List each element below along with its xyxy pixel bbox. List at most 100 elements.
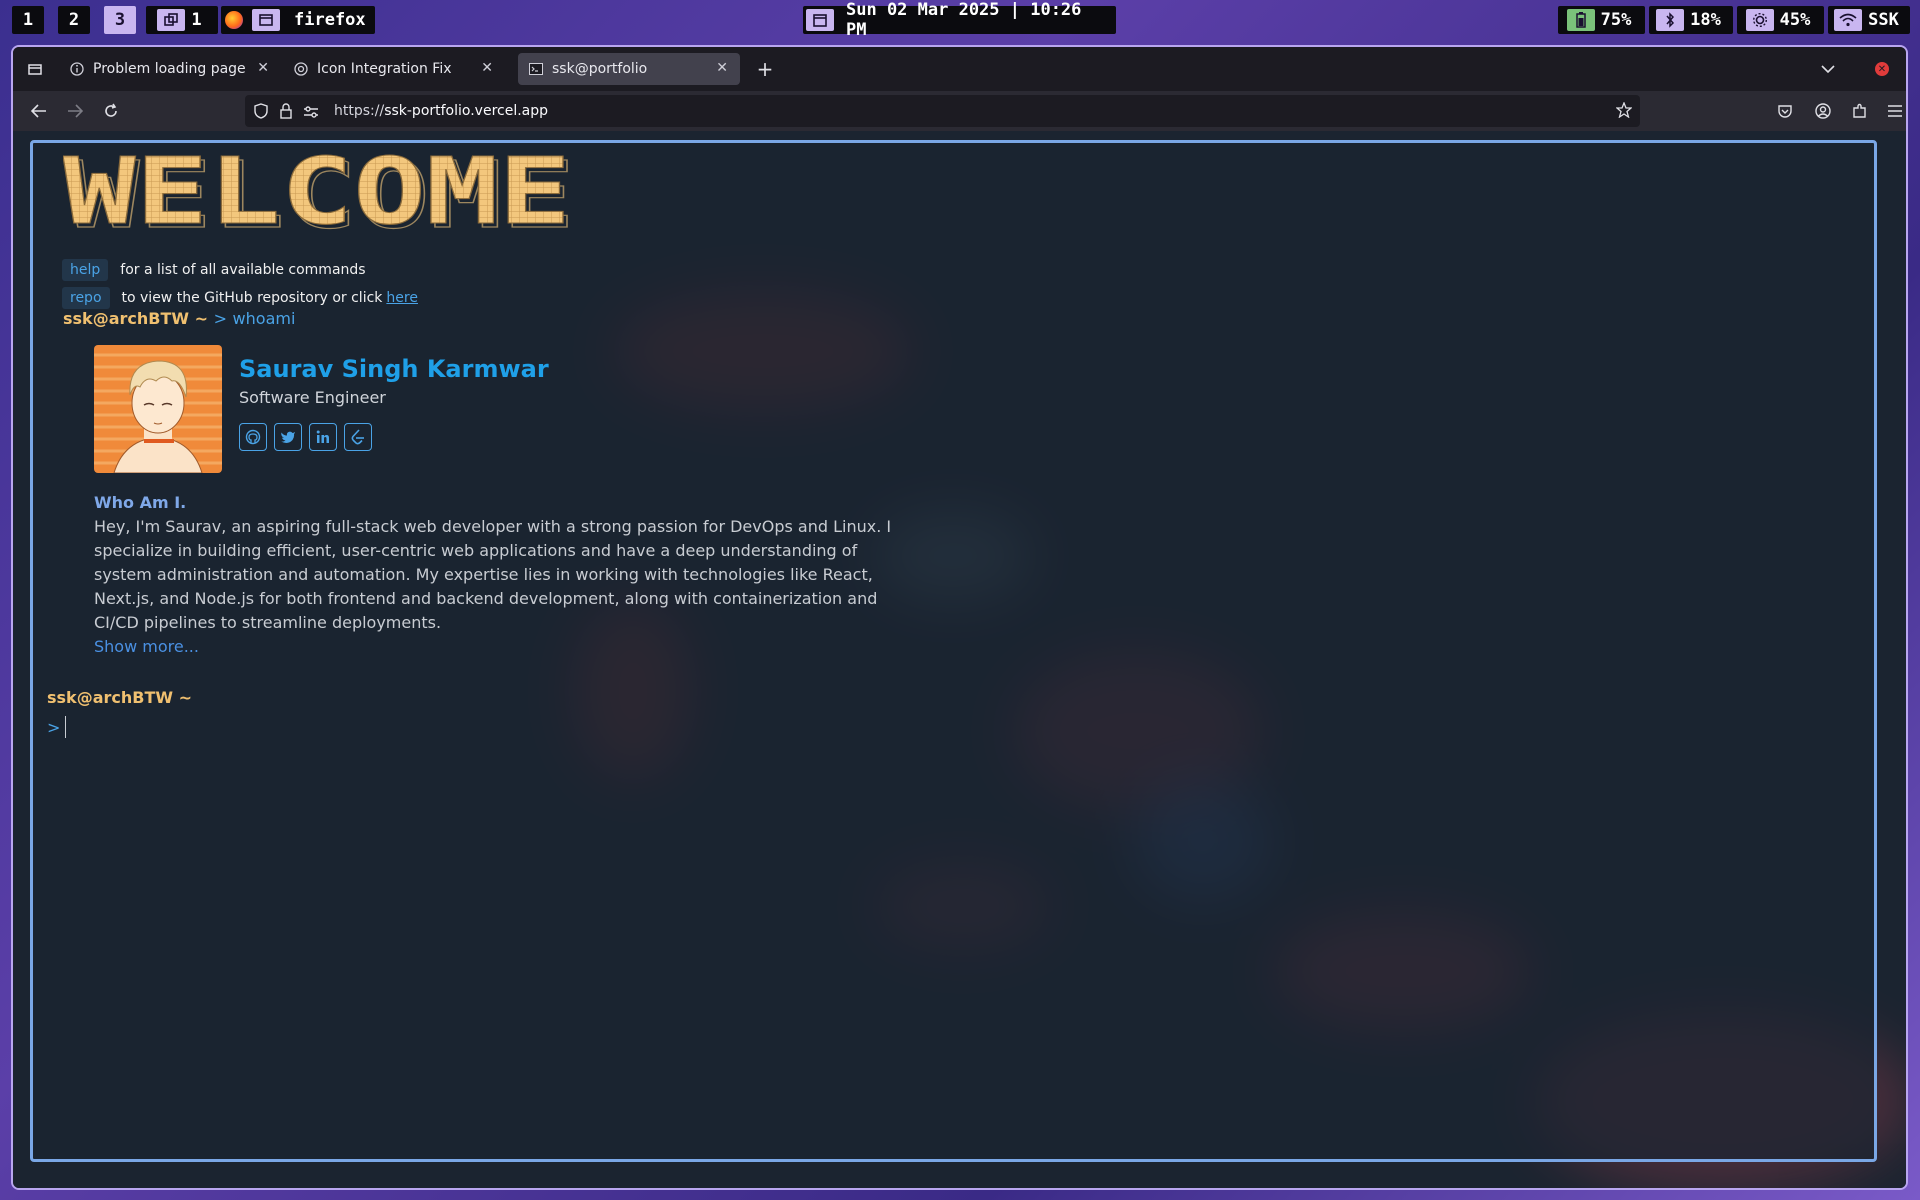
windows-icon [157, 9, 186, 31]
datetime-text: Sun 02 Mar 2025 | 10:26 PM [846, 0, 1082, 40]
battery-icon [1566, 9, 1595, 31]
page-viewport: WELCOME WELCOME help for a list of all a… [13, 131, 1906, 1188]
help-hint: help for a list of all available command… [62, 259, 366, 281]
battery-value: 75% [1600, 10, 1632, 30]
brightness-value: 45% [1779, 10, 1811, 30]
prompt-symbol: > [213, 309, 227, 328]
wifi-icon [1834, 9, 1863, 31]
forward-button[interactable] [63, 99, 87, 123]
who-am-i-heading: Who Am I. [94, 493, 187, 512]
repo-link[interactable]: here [386, 290, 418, 306]
close-tab-icon[interactable]: ✕ [716, 60, 728, 76]
current-prompt: ssk@archBTW ~ [47, 688, 192, 707]
active-app-name: firefox [294, 10, 366, 30]
previous-prompt: ssk@archBTW ~ > whoami [63, 309, 295, 328]
banner-text: WELCOME [63, 151, 571, 241]
profile-name: Saurav Singh Karmwar [239, 355, 549, 383]
repo-command-tag[interactable]: repo [62, 287, 110, 309]
list-all-tabs-button[interactable] [1816, 57, 1840, 81]
lock-icon[interactable] [279, 103, 293, 123]
close-tab-icon[interactable]: ✕ [481, 60, 493, 76]
brightness-icon [1745, 9, 1774, 31]
firefox-icon [225, 11, 243, 29]
address-bar[interactable]: https://ssk-portfolio.vercel.app [245, 95, 1640, 127]
brightness-indicator[interactable]: 45% [1737, 6, 1824, 34]
bookmark-star-icon[interactable] [1615, 101, 1633, 122]
workspace-2-button[interactable]: 2 [58, 6, 90, 34]
tab-label: Icon Integration Fix [317, 61, 452, 77]
info-icon [69, 61, 85, 77]
previous-command: whoami [232, 309, 296, 328]
bluetooth-indicator[interactable]: 18% [1649, 6, 1733, 34]
welcome-banner: WELCOME WELCOME [63, 138, 583, 250]
tab-label: ssk@portfolio [552, 61, 648, 77]
help-hint-text: for a list of all available commands [120, 262, 366, 278]
arrow-left-icon [31, 104, 46, 118]
system-topbar: 1 2 3 1 firefox Sun 02 Mar 2025 | 10:26 … [0, 0, 1920, 40]
tab-icon-integration[interactable]: Icon Integration Fix ✕ [283, 53, 505, 85]
folder-icon [28, 64, 42, 75]
tab-overview-button[interactable] [23, 57, 47, 81]
prompt-symbol: > [47, 718, 61, 737]
repo-hint: repo to view the GitHub repository or cl… [62, 287, 418, 309]
linkedin-link[interactable] [309, 423, 337, 451]
reload-button[interactable] [99, 99, 123, 123]
bluetooth-icon [1656, 9, 1685, 31]
input-prompt-symbol: > [47, 718, 60, 737]
linkedin-icon [316, 430, 329, 443]
terminal-icon [528, 61, 544, 77]
github-icon [245, 429, 261, 445]
help-command-tag[interactable]: help [62, 259, 109, 281]
tab-portfolio[interactable]: ssk@portfolio ✕ [518, 53, 740, 85]
puzzle-icon [1853, 103, 1866, 118]
reload-icon [105, 103, 117, 117]
tab-label: Problem loading page [93, 61, 246, 77]
new-tab-button[interactable]: + [753, 57, 777, 81]
prompt-user: ssk@archBTW ~ [47, 688, 192, 707]
url-text[interactable]: https://ssk-portfolio.vercel.app [334, 103, 548, 119]
username: SSK [1868, 10, 1899, 30]
shield-icon[interactable] [253, 103, 269, 123]
close-window-button[interactable]: ✕ [1870, 57, 1894, 81]
close-window-icon: ✕ [1875, 62, 1889, 76]
twitter-icon [281, 431, 295, 443]
bluetooth-value: 18% [1690, 10, 1721, 30]
github-link[interactable] [239, 423, 267, 451]
hamburger-menu-icon [1888, 105, 1902, 117]
back-button[interactable] [27, 99, 51, 123]
workspace-1-button[interactable]: 1 [12, 6, 44, 34]
profile-role: Software Engineer [239, 388, 386, 407]
leetcode-icon [351, 429, 364, 445]
calendar-icon [806, 9, 834, 31]
pocket-button[interactable] [1773, 99, 1797, 123]
active-app-indicator: firefox [221, 6, 375, 34]
extensions-button[interactable] [1848, 99, 1872, 123]
bio-text: Hey, I'm Saurav, an aspiring full-stack … [94, 517, 892, 632]
tab-problem-loading[interactable]: Problem loading page ✕ [59, 53, 281, 85]
prompt-user: ssk@archBTW ~ [63, 309, 208, 328]
show-more-link[interactable]: Show more... [94, 637, 199, 656]
navigation-bar: https://ssk-portfolio.vercel.app [13, 91, 1906, 131]
battery-indicator[interactable]: 75% [1558, 6, 1645, 34]
profile-avatar [94, 345, 222, 473]
window-count: 1 [191, 10, 202, 30]
workspace-3-button[interactable]: 3 [104, 6, 136, 34]
window-count-indicator: 1 [146, 6, 218, 34]
openai-icon [293, 61, 309, 77]
window-icon [252, 9, 280, 31]
network-indicator[interactable]: SSK [1828, 6, 1910, 34]
permissions-icon[interactable] [303, 104, 319, 123]
terminal-input[interactable] [65, 716, 66, 738]
account-button[interactable] [1811, 99, 1835, 123]
app-menu-button[interactable] [1883, 99, 1906, 123]
repo-hint-text: to view the GitHub repository or click [121, 290, 383, 306]
pocket-icon [1778, 105, 1792, 118]
arrow-right-icon [68, 104, 83, 118]
twitter-link[interactable] [274, 423, 302, 451]
url-host: ssk-portfolio.vercel.app [384, 103, 549, 119]
clock[interactable]: Sun 02 Mar 2025 | 10:26 PM [803, 0, 1116, 40]
leetcode-link[interactable] [344, 423, 372, 451]
close-tab-icon[interactable]: ✕ [257, 60, 269, 76]
url-scheme: https:// [334, 103, 385, 119]
terminal-panel[interactable]: WELCOME WELCOME help for a list of all a… [30, 138, 1877, 1162]
